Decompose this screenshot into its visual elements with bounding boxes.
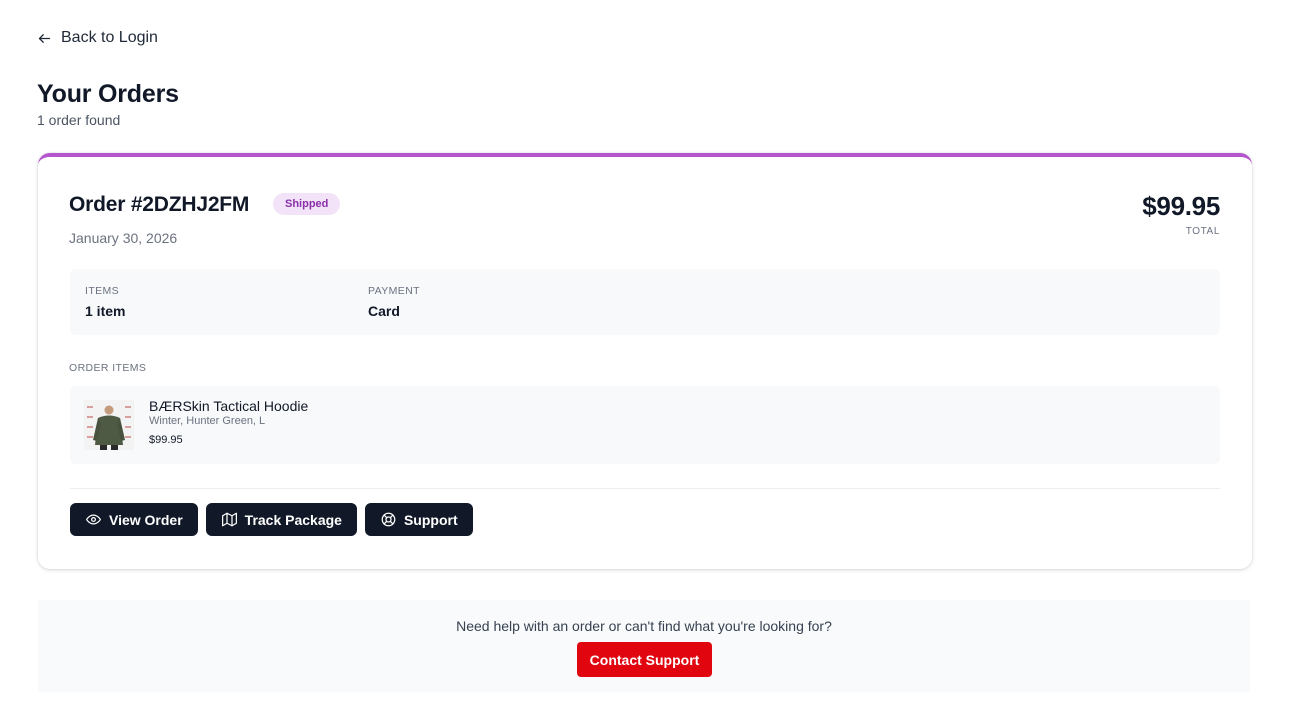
order-actions: View Order Track Package Support xyxy=(70,503,473,536)
product-thumbnail xyxy=(84,400,134,450)
order-item: BÆRSkin Tactical Hoodie Winter, Hunter G… xyxy=(70,386,1220,464)
contact-support-button[interactable]: Contact Support xyxy=(577,642,712,677)
life-buoy-icon xyxy=(381,512,396,527)
track-package-button[interactable]: Track Package xyxy=(205,503,357,536)
view-order-button[interactable]: View Order xyxy=(70,503,198,536)
summary-payment-label: PAYMENT xyxy=(368,285,420,297)
order-card: Order #2DZHJ2FM Shipped January 30, 2026… xyxy=(38,153,1252,569)
help-text: Need help with an order or can't find wh… xyxy=(456,618,832,634)
order-date: January 30, 2026 xyxy=(69,230,178,246)
support-label: Support xyxy=(403,511,458,528)
item-variant: Winter, Hunter Green, L xyxy=(149,415,266,427)
back-link-label: Back to Login xyxy=(61,29,158,46)
summary-items-label: ITEMS xyxy=(85,285,120,297)
order-items-heading: ORDER ITEMS xyxy=(69,362,147,374)
total-label: TOTAL xyxy=(1185,226,1220,237)
help-section: Need help with an order or can't find wh… xyxy=(38,600,1250,692)
item-price: $99.95 xyxy=(149,434,183,446)
summary-items: ITEMS 1 item xyxy=(85,285,125,319)
status-badge: Shipped xyxy=(273,193,341,215)
page-title: Your Orders xyxy=(37,80,179,108)
map-icon xyxy=(221,512,237,527)
view-order-label: View Order xyxy=(109,511,183,528)
summary-payment: PAYMENT Card xyxy=(368,285,420,319)
back-to-login-link[interactable]: Back to Login xyxy=(37,29,158,47)
divider xyxy=(70,488,1220,489)
summary-items-value: 1 item xyxy=(85,303,126,319)
order-count: 1 order found xyxy=(37,112,121,128)
eye-icon xyxy=(86,514,101,525)
order-summary: ITEMS 1 item PAYMENT Card xyxy=(70,269,1220,335)
arrow-left-icon xyxy=(38,33,51,43)
summary-payment-value: Card xyxy=(368,303,400,319)
item-name: BÆRSkin Tactical Hoodie xyxy=(149,398,309,414)
order-number: Order #2DZHJ2FM xyxy=(69,193,250,216)
support-button[interactable]: Support xyxy=(364,503,473,536)
order-total: $99.95 xyxy=(1142,191,1220,221)
track-package-label: Track Package xyxy=(244,511,342,528)
